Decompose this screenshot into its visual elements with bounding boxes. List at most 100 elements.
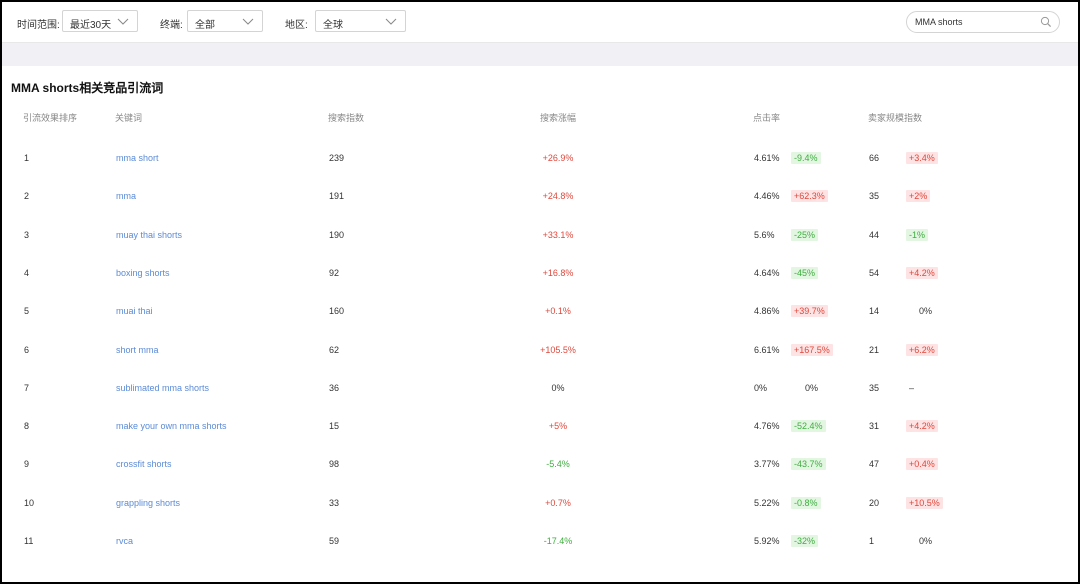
- seller-change-badge: +4.2%: [906, 420, 938, 432]
- seller-index-cell: 14: [869, 306, 880, 316]
- ctr-cell: 5.22%: [754, 498, 780, 508]
- seller-index-cell: 1: [869, 536, 875, 546]
- search-index-cell: 59: [329, 536, 340, 546]
- search-index-cell: 98: [329, 459, 340, 469]
- region-value: 全球: [323, 20, 343, 31]
- col-header-keyword: 关键词: [115, 113, 143, 123]
- platform-label: 终端:: [160, 20, 183, 31]
- ctr-cell: 4.64%: [754, 268, 780, 278]
- seller-change-badge: 0%: [919, 306, 933, 316]
- ctr-cell: 5.6%: [754, 230, 775, 240]
- keyword-link[interactable]: mma short: [116, 152, 159, 164]
- ctr-cell: 5.92%: [754, 536, 780, 546]
- keyword-link[interactable]: muai thai: [116, 305, 153, 317]
- search-index-cell: 160: [329, 306, 345, 316]
- seller-change-badge: +10.5%: [906, 497, 943, 509]
- search-icon[interactable]: [1040, 16, 1052, 28]
- keyword-link[interactable]: muay thai shorts: [116, 229, 182, 241]
- seller-change-badge: +0.4%: [906, 458, 938, 470]
- seller-index-cell: 54: [869, 268, 880, 278]
- filter-bar: 时间范围: 最近30天 终端: 全部 地区: 全球: [2, 2, 1078, 43]
- ctr-change-badge: -43.7%: [791, 458, 826, 470]
- keyword-link[interactable]: sublimated mma shorts: [116, 382, 209, 394]
- rank-cell: 11: [24, 536, 34, 546]
- keyword-link[interactable]: short mma: [116, 344, 159, 356]
- col-header-rank: 引流效果排序: [23, 113, 78, 123]
- search-index-cell: 15: [329, 421, 340, 431]
- search-input[interactable]: [915, 15, 1035, 29]
- ctr-change-badge: -45%: [791, 267, 819, 279]
- region-select[interactable]: 全球: [315, 10, 406, 32]
- region-label: 地区:: [285, 20, 308, 31]
- seller-index-cell: 21: [869, 345, 880, 355]
- seller-change-badge: +4.2%: [906, 267, 938, 279]
- ctr-change-badge: -0.8%: [791, 497, 821, 509]
- ctr-cell: 3.77%: [754, 459, 780, 469]
- keyword-link[interactable]: grappling shorts: [116, 497, 180, 509]
- seller-change-badge: +6.2%: [906, 344, 938, 356]
- rank-cell: 10: [24, 498, 35, 508]
- col-header-seller-index[interactable]: 卖家规模指数: [868, 111, 922, 124]
- seller-change-badge: –: [909, 383, 915, 393]
- keyword-link[interactable]: rvca: [116, 535, 133, 547]
- keyword-link[interactable]: mma: [116, 190, 136, 202]
- ctr-cell: 4.61%: [754, 153, 780, 163]
- rank-cell: 1: [24, 153, 30, 163]
- rank-cell: 9: [24, 459, 30, 469]
- seller-change-badge: +2%: [906, 190, 931, 202]
- seller-change-badge: -1%: [906, 229, 929, 241]
- search-index-cell: 239: [329, 153, 345, 163]
- ctr-cell: 4.86%: [754, 306, 780, 316]
- platform-select[interactable]: 全部: [187, 10, 263, 32]
- search-growth-cell: -5.4%: [546, 459, 570, 469]
- chevron-down-icon: [385, 18, 397, 25]
- search-index-cell: 62: [329, 345, 340, 355]
- col-header-ctr[interactable]: 点击率: [753, 111, 780, 124]
- seller-index-cell: 47: [869, 459, 880, 469]
- search-box[interactable]: [906, 11, 1060, 33]
- ctr-cell: 4.76%: [754, 421, 780, 431]
- ctr-change-badge: -52.4%: [791, 420, 826, 432]
- search-index-cell: 191: [329, 191, 345, 201]
- search-growth-cell: +16.8%: [542, 268, 574, 278]
- keyword-link[interactable]: boxing shorts: [116, 267, 170, 279]
- page-frame: 时间范围: 最近30天 终端: 全部 地区: 全球 MMA shorts相关竞品…: [0, 0, 1080, 584]
- keyword-link[interactable]: crossfit shorts: [116, 458, 172, 470]
- rank-cell: 6: [24, 345, 30, 355]
- chevron-down-icon: [117, 18, 129, 25]
- ctr-change-badge: +62.3%: [791, 190, 828, 202]
- col-header-search-index[interactable]: 搜索指数: [328, 111, 364, 124]
- keyword-link[interactable]: make your own mma shorts: [116, 420, 227, 432]
- search-growth-cell: +33.1%: [542, 230, 574, 240]
- rank-cell: 7: [24, 383, 30, 393]
- seller-index-cell: 44: [869, 230, 880, 240]
- ctr-cell: 6.61%: [754, 345, 780, 355]
- ctr-change-badge: +39.7%: [791, 305, 828, 317]
- rank-cell: 2: [24, 191, 30, 201]
- search-index-cell: 36: [329, 383, 340, 393]
- search-growth-cell: +26.9%: [542, 153, 574, 163]
- rank-cell: 3: [24, 230, 30, 240]
- search-growth-cell: 0%: [551, 383, 565, 393]
- chevron-down-icon: [242, 18, 254, 25]
- search-growth-cell: -17.4%: [543, 536, 573, 546]
- time-range-select[interactable]: 最近30天: [62, 10, 138, 32]
- search-growth-cell: +5%: [548, 421, 568, 431]
- rank-cell: 4: [24, 268, 30, 278]
- ctr-cell: 0%: [754, 383, 768, 393]
- seller-index-cell: 66: [869, 153, 880, 163]
- seller-change-badge: 0%: [919, 536, 933, 546]
- seller-change-badge: +3.4%: [906, 152, 938, 164]
- seller-index-cell: 35: [869, 383, 880, 393]
- col-header-search-growth[interactable]: 搜索涨幅: [540, 111, 576, 124]
- time-range-value: 最近30天: [70, 20, 112, 31]
- search-growth-cell: +0.7%: [545, 498, 571, 508]
- search-index-cell: 190: [329, 230, 345, 240]
- search-growth-cell: +24.8%: [542, 191, 574, 201]
- ctr-change-badge: 0%: [805, 383, 819, 393]
- divider-band: [2, 43, 1078, 66]
- ctr-cell: 4.46%: [754, 191, 780, 201]
- search-index-cell: 92: [329, 268, 340, 278]
- seller-index-cell: 20: [869, 498, 880, 508]
- search-growth-cell: +105.5%: [540, 345, 576, 355]
